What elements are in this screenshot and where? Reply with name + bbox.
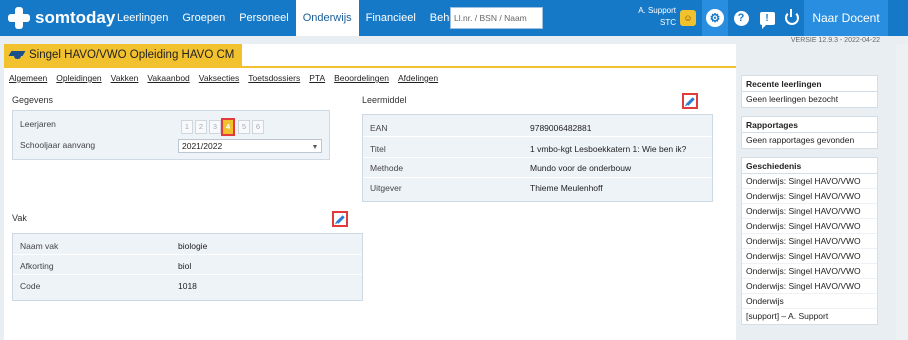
nav-personeel[interactable]: Personeel — [232, 0, 296, 36]
nav-financieel[interactable]: Financieel — [359, 0, 423, 36]
titel-label: Titel — [370, 144, 386, 154]
year-1-button[interactable]: 1 — [181, 120, 193, 134]
naam-vak-value: biologie — [178, 241, 208, 251]
subnav-toetsdossiers[interactable]: Toetsdossiers — [248, 73, 300, 83]
leerjaren-label: Leerjaren — [20, 119, 56, 129]
ean-label: EAN — [370, 123, 388, 133]
geschiedenis-item[interactable]: Onderwijs: Singel HAVO/VWO — [742, 219, 877, 234]
gegevens-title: Gegevens — [12, 95, 54, 105]
nav-groepen[interactable]: Groepen — [175, 0, 232, 36]
edit-vak-button[interactable] — [332, 211, 348, 227]
geschiedenis-item[interactable]: Onderwijs: Singel HAVO/VWO — [742, 189, 877, 204]
power-icon — [785, 9, 799, 25]
row-divider — [363, 177, 712, 178]
uitgever-label: Uitgever — [370, 183, 402, 193]
user-org: STC — [660, 18, 676, 27]
settings-button[interactable]: ⚙ — [702, 0, 728, 36]
code-value: 1018 — [178, 281, 197, 291]
subnav-beoordelingen[interactable]: Beoordelingen — [334, 73, 389, 83]
feedback-button[interactable]: ! — [754, 0, 780, 36]
logo-text: somtoday — [35, 8, 116, 27]
geschiedenis-item[interactable]: Onderwijs: Singel HAVO/VWO — [742, 174, 877, 189]
geschiedenis-item[interactable]: Onderwijs: Singel HAVO/VWO — [742, 264, 877, 279]
year-5-button[interactable]: 5 — [238, 120, 250, 134]
nav-onderwijs[interactable]: Onderwijs — [295, 0, 359, 36]
somtoday-logo[interactable]: somtoday — [8, 6, 115, 30]
schooljaar-value: 2021/2022 — [182, 141, 223, 151]
year-4-button[interactable]: 4 — [221, 118, 235, 136]
subnav-vakaanbod[interactable]: Vakaanbod — [147, 73, 189, 83]
page-title-tab: Singel HAVO/VWO Opleiding HAVO CM — [4, 44, 243, 66]
rapportages-title: Rapportages — [742, 117, 877, 133]
recente-leerlingen-panel: Recente leerlingen Geen leerlingen bezoc… — [741, 75, 878, 108]
ean-value: 9789006482881 — [530, 123, 592, 133]
titel-value: 1 vmbo-kgt Lesboekkatern 1: Wie ben ik? — [530, 144, 687, 154]
subnav-pta[interactable]: PTA — [309, 73, 325, 83]
methode-label: Methode — [370, 163, 404, 173]
schooljaar-select[interactable]: 2021/2022 — [178, 139, 322, 153]
recente-leerlingen-title: Recente leerlingen — [742, 76, 877, 92]
logout-button[interactable] — [779, 0, 805, 36]
pencil-icon — [335, 214, 345, 224]
somtoday-plus-icon — [8, 7, 30, 29]
geschiedenis-item[interactable]: Onderwijs: Singel HAVO/VWO — [742, 249, 877, 264]
vak-title: Vak — [12, 213, 27, 223]
graduation-cap-icon — [10, 50, 24, 60]
code-label: Code — [20, 281, 41, 291]
geschiedenis-panel: Geschiedenis Onderwijs: Singel HAVO/VWO … — [741, 157, 878, 325]
user-avatar-icon[interactable]: ☺ — [680, 10, 696, 26]
rapportages-empty: Geen rapportages gevonden — [746, 135, 855, 145]
afkorting-value: biol — [178, 261, 192, 271]
uitgever-value: Thieme Meulenhoff — [530, 183, 603, 193]
feedback-icon: ! — [759, 11, 775, 29]
row-divider — [363, 136, 712, 137]
row-divider — [13, 274, 362, 275]
row-divider — [363, 157, 712, 158]
naam-vak-label: Naam vak — [20, 241, 59, 251]
nav-leerlingen[interactable]: Leerlingen — [110, 0, 175, 36]
pencil-icon — [685, 96, 695, 106]
rapportages-panel: Rapportages Geen rapportages gevonden — [741, 116, 878, 149]
title-underline — [4, 66, 736, 68]
methode-value: Mundo voor de onderbouw — [530, 163, 632, 173]
top-navbar: somtoday Leerlingen Groepen Personeel On… — [0, 0, 908, 36]
geschiedenis-item[interactable]: Onderwijs — [742, 294, 877, 309]
user-name: A. Support — [638, 6, 676, 15]
geschiedenis-item[interactable]: Onderwijs: Singel HAVO/VWO — [742, 279, 877, 294]
user-info: A. Support STC — [620, 5, 676, 29]
page-scrollbar[interactable] — [896, 44, 908, 340]
sub-navigation: Algemeen Opleidingen Vakken Vakaanbod Va… — [9, 73, 447, 83]
year-6-button[interactable]: 6 — [252, 120, 264, 134]
afkorting-label: Afkorting — [20, 261, 54, 271]
geschiedenis-title: Geschiedenis — [742, 158, 877, 174]
edit-leermiddel-button[interactable] — [682, 93, 698, 109]
subnav-algemeen[interactable]: Algemeen — [9, 73, 47, 83]
schooljaar-label: Schooljaar aanvang — [20, 140, 96, 150]
subnav-afdelingen[interactable]: Afdelingen — [398, 73, 438, 83]
row-divider — [13, 254, 362, 255]
year-2-button[interactable]: 2 — [195, 120, 207, 134]
naar-docent-button[interactable]: Naar Docent — [804, 0, 888, 36]
main-nav: Leerlingen Groepen Personeel Onderwijs F… — [110, 0, 472, 36]
geschiedenis-item[interactable]: [support] – A. Support — [742, 309, 877, 324]
chevron-down-icon — [313, 145, 317, 149]
recente-leerlingen-empty: Geen leerlingen bezocht — [746, 94, 839, 104]
version-label: VERSIE 12.9.3 - 2022-04-22 — [790, 37, 880, 44]
help-icon: ? — [733, 10, 749, 26]
help-button[interactable]: ? — [728, 0, 754, 36]
search-input[interactable]: Ll.nr. / BSN / Naam — [450, 7, 543, 29]
subnav-vakken[interactable]: Vakken — [111, 73, 139, 83]
geschiedenis-item[interactable]: Onderwijs: Singel HAVO/VWO — [742, 234, 877, 249]
leermiddel-title: Leermiddel — [362, 95, 407, 105]
subnav-opleidingen[interactable]: Opleidingen — [56, 73, 101, 83]
geschiedenis-item[interactable]: Onderwijs: Singel HAVO/VWO — [742, 204, 877, 219]
page-title: Singel HAVO/VWO Opleiding HAVO CM — [29, 49, 235, 61]
gear-icon: ⚙ — [706, 9, 724, 27]
year-3-button[interactable]: 3 — [209, 120, 221, 134]
subnav-vaksecties[interactable]: Vaksecties — [199, 73, 239, 83]
